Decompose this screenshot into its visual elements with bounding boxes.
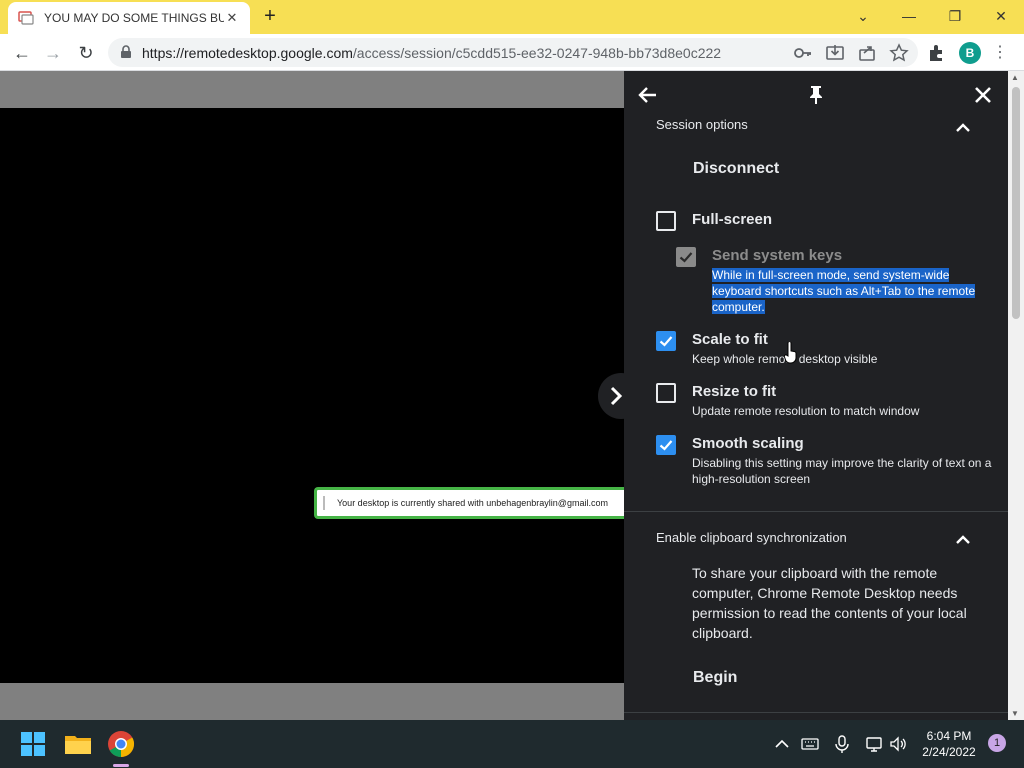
browser-tab[interactable]: YOU MAY DO SOME THINGS BUT ✕ xyxy=(8,2,250,34)
tray-overflow-chevron-icon[interactable] xyxy=(772,734,792,754)
tab-search-icon[interactable]: ⌄ xyxy=(852,5,874,27)
resize-to-fit-description: Update remote resolution to match window xyxy=(692,404,920,418)
microphone-icon[interactable] xyxy=(832,734,852,754)
smooth-scaling-checkbox[interactable] xyxy=(656,435,676,455)
scrollbar-thumb[interactable] xyxy=(1012,87,1020,319)
reload-button[interactable]: ↻ xyxy=(74,41,98,65)
windows-start-icon[interactable] xyxy=(17,728,49,760)
drag-grip[interactable] xyxy=(323,496,325,510)
page-content: Your desktop is currently shared with un… xyxy=(0,71,1024,720)
fullscreen-checkbox[interactable] xyxy=(656,211,676,231)
network-icon[interactable] xyxy=(864,734,884,754)
scale-to-fit-checkbox[interactable] xyxy=(656,331,676,351)
back-button[interactable]: ← xyxy=(10,41,34,65)
begin-button[interactable]: Begin xyxy=(693,669,737,687)
taskbar-clock[interactable]: 6:04 PM 2/24/2022 xyxy=(916,728,982,760)
clock-date: 2/24/2022 xyxy=(922,745,976,759)
smooth-scaling-description: Disabling this setting may improve the c… xyxy=(692,456,992,486)
remote-desktop-screen[interactable] xyxy=(0,108,624,683)
chrome-icon[interactable] xyxy=(105,728,137,760)
remote-desktop-favicon-icon xyxy=(18,11,34,25)
share-icon[interactable] xyxy=(856,42,878,64)
close-icon[interactable] xyxy=(971,83,995,107)
clipboard-sync-description: To share your clipboard with the remote … xyxy=(692,565,967,641)
smooth-scaling-label[interactable]: Smooth scaling xyxy=(692,435,804,452)
restore-button[interactable]: ❐ xyxy=(944,5,966,27)
clock-time: 6:04 PM xyxy=(926,729,972,743)
profile-avatar[interactable]: B xyxy=(959,42,981,64)
clipboard-sync-title: Enable clipboard synchronization xyxy=(656,530,847,545)
session-options-title: Session options xyxy=(656,117,748,132)
scale-to-fit-label[interactable]: Scale to fit xyxy=(692,331,768,348)
share-message: Your desktop is currently shared with un… xyxy=(337,498,608,508)
volume-icon[interactable] xyxy=(888,734,908,754)
scroll-down-icon[interactable]: ▼ xyxy=(1011,709,1019,718)
tab-close-icon[interactable]: ✕ xyxy=(224,10,240,26)
panel-scrollbar[interactable]: ▲ ▼ xyxy=(1008,71,1024,720)
tab-strip: YOU MAY DO SOME THINGS BUT ✕ + ⌄ — ❐ ✕ xyxy=(0,0,1024,34)
new-tab-button[interactable]: + xyxy=(260,6,280,26)
hand-cursor-icon xyxy=(784,342,797,364)
disconnect-button[interactable]: Disconnect xyxy=(693,160,779,178)
notification-badge[interactable]: 1 xyxy=(988,734,1006,752)
browser-toolbar: ← → ↻ https://remotedesktop.google.com/a… xyxy=(0,34,1024,71)
bookmark-star-icon[interactable] xyxy=(888,42,910,64)
scroll-up-icon[interactable]: ▲ xyxy=(1011,73,1019,82)
send-system-keys-checkbox xyxy=(676,247,696,267)
minimize-button[interactable]: — xyxy=(898,5,920,27)
fullscreen-label[interactable]: Full-screen xyxy=(692,211,772,228)
back-arrow-icon[interactable] xyxy=(636,83,660,107)
install-app-icon[interactable] xyxy=(824,42,846,64)
share-notification: Your desktop is currently shared with un… xyxy=(314,487,628,519)
send-system-keys-description: While in full-screen mode, send system-w… xyxy=(712,268,976,314)
url-text: https://remotedesktop.google.com/access/… xyxy=(142,45,722,61)
active-app-indicator xyxy=(113,764,129,767)
extensions-icon[interactable] xyxy=(926,42,948,64)
section-divider xyxy=(624,712,1008,713)
tab-title: YOU MAY DO SOME THINGS BUT xyxy=(44,11,224,25)
address-bar[interactable]: https://remotedesktop.google.com/access/… xyxy=(108,38,918,67)
session-options-panel: Session options Disconnect Full-screen S… xyxy=(624,71,1008,720)
pin-icon[interactable] xyxy=(804,83,828,107)
forward-button[interactable]: → xyxy=(41,41,65,65)
lock-icon xyxy=(121,45,131,58)
section-divider xyxy=(624,511,1008,512)
keyboard-icon[interactable] xyxy=(800,734,820,754)
resize-to-fit-label[interactable]: Resize to fit xyxy=(692,383,776,400)
file-explorer-icon[interactable] xyxy=(62,728,94,760)
collapse-chevron-icon[interactable] xyxy=(954,531,972,549)
collapse-chevron-icon[interactable] xyxy=(954,119,972,137)
close-window-button[interactable]: ✕ xyxy=(990,5,1012,27)
scale-to-fit-description: Keep whole remote desktop visible xyxy=(692,352,878,366)
key-icon[interactable] xyxy=(792,42,814,64)
send-system-keys-label: Send system keys xyxy=(712,247,843,264)
chrome-menu-icon[interactable]: ⋮ xyxy=(990,42,1010,64)
resize-to-fit-checkbox[interactable] xyxy=(656,383,676,403)
taskbar: 6:04 PM 2/24/2022 1 xyxy=(0,720,1024,768)
